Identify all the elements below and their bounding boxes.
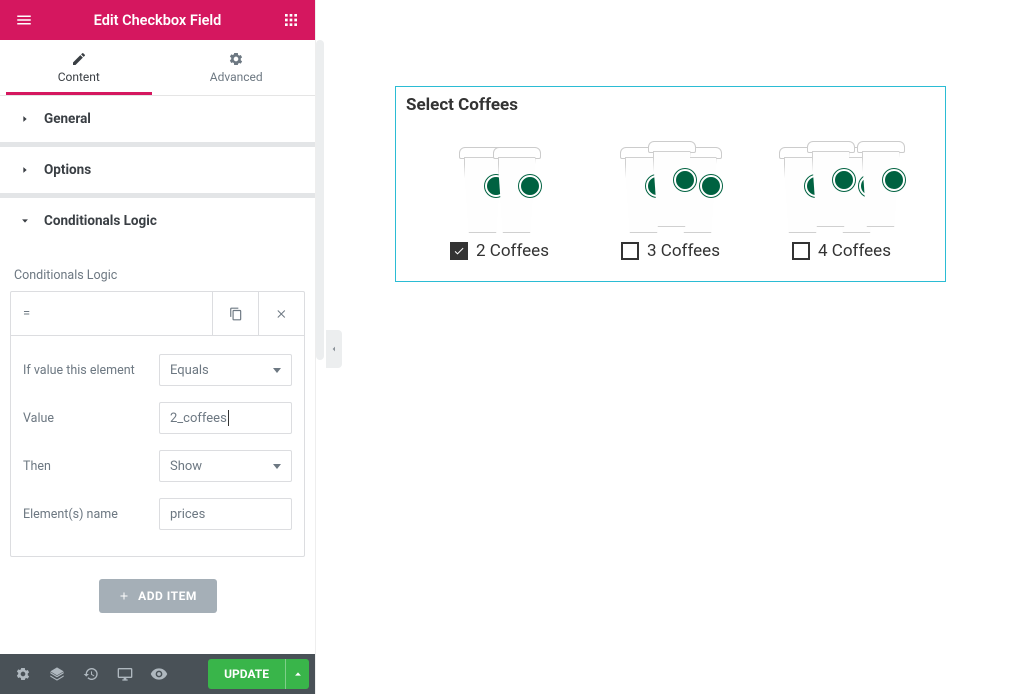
panel-tabs: Content Advanced (0, 40, 315, 96)
tab-advanced[interactable]: Advanced (158, 40, 316, 95)
layers-icon (49, 666, 65, 682)
section-options[interactable]: Options (0, 147, 315, 193)
option-label-row: 2 Coffees (450, 241, 549, 261)
update-label: UPDATE (224, 667, 269, 681)
add-item-button[interactable]: ADD ITEM (99, 579, 217, 613)
then-action-select[interactable]: Show (159, 450, 292, 482)
option-label-row: 3 Coffees (621, 241, 720, 261)
update-options-button[interactable] (285, 659, 309, 689)
option-label: 3 Coffees (647, 241, 720, 261)
responsive-button[interactable] (108, 654, 142, 694)
then-label: Then (23, 459, 151, 474)
section-general[interactable]: General (0, 96, 315, 142)
coffee-cup-icon (859, 141, 903, 227)
element-name-input[interactable]: prices (159, 498, 292, 530)
caret-down-icon (20, 216, 30, 226)
then-action-value: Show (170, 459, 202, 474)
plus-icon (118, 590, 130, 602)
check-icon (453, 245, 465, 257)
checkbox[interactable] (450, 242, 468, 260)
settings-button[interactable] (6, 654, 40, 694)
option-label: 4 Coffees (818, 241, 891, 261)
panel-title: Edit Checkbox Field (94, 12, 222, 29)
monitor-icon (117, 666, 133, 682)
option-image (781, 121, 903, 233)
tab-advanced-label: Advanced (210, 70, 263, 84)
section-general-label: General (44, 111, 91, 127)
section-conditionals-label: Conditionals Logic (44, 213, 157, 229)
value-input[interactable]: 2_coffees (159, 402, 292, 434)
checkbox[interactable] (792, 242, 810, 260)
preview-button[interactable] (142, 654, 176, 694)
option-image (622, 121, 720, 233)
if-operator-value: Equals (170, 363, 209, 378)
history-button[interactable] (74, 654, 108, 694)
update-button[interactable]: UPDATE (208, 659, 285, 689)
logic-item: = If value this element Equals (10, 291, 305, 557)
checkbox[interactable] (621, 242, 639, 260)
value-label: Value (23, 411, 151, 426)
copy-icon (229, 307, 243, 321)
logic-item-body: If value this element Equals Value 2_cof… (11, 336, 304, 556)
section-conditionals[interactable]: Conditionals Logic (0, 198, 315, 244)
scroll-gutter (316, 40, 324, 360)
caret-right-icon (20, 114, 30, 124)
checkbox-options: 2 Coffees 3 Coffees 4 Coffees (406, 121, 935, 261)
editor-sidebar: Edit Checkbox Field Content Advanced Gen… (0, 0, 316, 694)
widgets-grid-icon[interactable] (279, 8, 303, 32)
coffee-cup-icon (650, 141, 694, 227)
if-operator-label: If value this element (23, 363, 151, 378)
remove-button[interactable] (258, 292, 304, 335)
duplicate-button[interactable] (212, 292, 258, 335)
tab-content[interactable]: Content (0, 40, 158, 95)
menu-icon[interactable] (12, 8, 36, 32)
caret-right-icon (20, 165, 30, 175)
add-item-label: ADD ITEM (138, 589, 197, 603)
sidebar-header: Edit Checkbox Field (0, 0, 315, 40)
value-input-text: 2_coffees (170, 411, 227, 426)
coffee-cup-icon (809, 141, 853, 227)
navigator-button[interactable] (40, 654, 74, 694)
caret-up-icon (293, 669, 303, 679)
eye-icon (150, 665, 168, 683)
if-operator-select[interactable]: Equals (159, 354, 292, 386)
element-name-label: Element(s) name (23, 507, 151, 522)
element-name-text: prices (170, 507, 205, 522)
gear-icon (228, 51, 244, 67)
checkbox-option[interactable]: 2 Coffees (414, 121, 585, 261)
logic-item-header[interactable]: = (11, 292, 304, 336)
logic-item-title: = (11, 292, 212, 335)
collapse-sidebar-handle[interactable] (326, 330, 342, 368)
pencil-icon (71, 51, 87, 67)
section-options-label: Options (44, 162, 91, 178)
sidebar-footer: UPDATE (0, 654, 315, 694)
gear-icon (15, 666, 31, 682)
checkbox-widget-preview[interactable]: Select Coffees 2 Coffees 3 Coffees 4 Coffe… (395, 86, 946, 282)
history-icon (83, 666, 99, 682)
conditionals-logic-label: Conditionals Logic (10, 254, 305, 291)
tab-content-label: Content (58, 70, 100, 84)
text-cursor (228, 410, 229, 426)
checkbox-option[interactable]: 4 Coffees (756, 121, 927, 261)
panel-scroll[interactable]: General Options Conditionals Logic Condi… (0, 96, 315, 654)
chevron-left-icon (330, 343, 338, 355)
option-image (461, 121, 539, 233)
coffee-cup-icon (495, 147, 539, 233)
checkbox-option[interactable]: 3 Coffees (585, 121, 756, 261)
option-label: 2 Coffees (476, 241, 549, 261)
conditionals-panel: Conditionals Logic = If value this eleme… (0, 244, 315, 633)
option-label-row: 4 Coffees (792, 241, 891, 261)
widget-title: Select Coffees (406, 95, 935, 115)
close-icon (276, 308, 288, 320)
preview-canvas: Select Coffees 2 Coffees 3 Coffees 4 Coffe… (316, 0, 1024, 694)
